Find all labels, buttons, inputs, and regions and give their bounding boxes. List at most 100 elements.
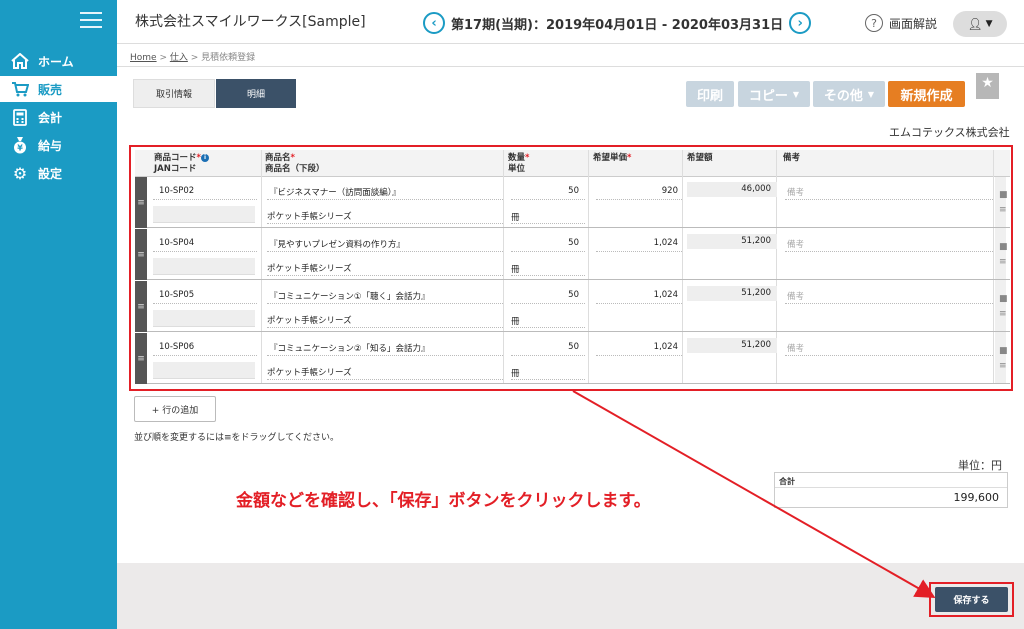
jan-code-input[interactable]	[153, 310, 255, 327]
divider	[775, 487, 1007, 488]
copy-label: コピー	[748, 88, 788, 104]
prev-period-icon[interactable]: ‹	[423, 12, 445, 34]
breadcrumb-sep: >	[156, 53, 170, 63]
tab-meisai[interactable]: 明細	[216, 79, 296, 108]
money-bag-icon: ¥	[10, 136, 30, 154]
new-button[interactable]: 新規作成	[888, 81, 965, 107]
row-drag-icon[interactable]: ≡	[999, 361, 1007, 371]
sidebar-item-settings[interactable]: ⚙ 設定	[0, 160, 117, 186]
field-underline	[267, 303, 503, 304]
info-icon[interactable]: i	[200, 154, 209, 162]
field-underline	[511, 251, 585, 252]
row-drag-icon[interactable]: ≡	[999, 205, 1007, 215]
row-drag-icon[interactable]: ≡	[999, 257, 1007, 267]
unit-input[interactable]: 冊	[511, 315, 520, 327]
item-code[interactable]: 10-SP05	[159, 290, 194, 300]
price-input[interactable]: 1,024	[615, 342, 678, 352]
item-name[interactable]: 『コミュニケーション①「聴く」会話力』	[269, 290, 429, 302]
price-input[interactable]: 1,024	[615, 290, 678, 300]
item-name2[interactable]: ポケット手帳シリーズ	[267, 262, 352, 274]
jan-code-input[interactable]	[153, 362, 255, 379]
field-underline	[596, 199, 682, 200]
header-name: 商品名* 商品名（下段）	[265, 153, 325, 175]
row-menu-icon[interactable]: ■	[999, 190, 1008, 200]
field-underline	[267, 199, 503, 200]
item-code[interactable]: 10-SP04	[159, 238, 194, 248]
field-underline	[511, 223, 585, 224]
field-underline	[511, 355, 585, 356]
price-input[interactable]: 1,024	[615, 238, 678, 248]
save-button[interactable]: 保存する	[935, 587, 1008, 612]
field-underline	[785, 355, 993, 356]
row-drag-icon[interactable]: ≡	[999, 309, 1007, 319]
breadcrumb-purchase[interactable]: 仕入	[170, 53, 188, 63]
amount-value: 51,200	[687, 338, 777, 353]
item-name[interactable]: 『見やすいプレゼン資料の作り方』	[269, 238, 405, 250]
row-menu-icon[interactable]: ■	[999, 242, 1008, 252]
jan-code-input[interactable]	[153, 258, 255, 275]
memo-input[interactable]: 備考	[787, 342, 804, 354]
row-menu-icon[interactable]: ■	[999, 294, 1008, 304]
footer-bar	[117, 563, 1024, 629]
hamburger-menu-icon[interactable]	[80, 12, 102, 30]
memo-input[interactable]: 備考	[787, 290, 804, 302]
item-name2[interactable]: ポケット手帳シリーズ	[267, 314, 352, 326]
table-row: ≡ 10-SP04 『見やすいプレゼン資料の作り方』 ポケット手帳シリーズ 50…	[135, 229, 1010, 280]
row-menu-icon[interactable]: ■	[999, 346, 1008, 356]
quantity-input[interactable]: 50	[515, 186, 579, 196]
quantity-input[interactable]: 50	[515, 290, 579, 300]
unit-input[interactable]: 冊	[511, 211, 520, 223]
sidebar-item-home[interactable]: ホーム	[0, 48, 117, 74]
user-menu-button[interactable]: 👤︎ ▼	[953, 11, 1007, 37]
unit-input[interactable]: 冊	[511, 367, 520, 379]
field-underline	[785, 303, 993, 304]
unit-input[interactable]: 冊	[511, 263, 520, 275]
header-qty: 数量* 単位	[508, 153, 529, 175]
item-name[interactable]: 『ビジネスマナー（訪問面談編）』	[269, 186, 401, 198]
field-underline	[267, 379, 503, 380]
field-underline	[153, 355, 257, 356]
field-underline	[153, 199, 257, 200]
field-underline	[511, 379, 585, 380]
item-name[interactable]: 『コミュニケーション②「知る」会話力』	[269, 342, 429, 354]
quantity-input[interactable]: 50	[515, 238, 579, 248]
price-input[interactable]: 920	[615, 186, 678, 196]
copy-button[interactable]: コピー ▼	[738, 81, 810, 107]
item-code[interactable]: 10-SP02	[159, 186, 194, 196]
next-period-icon[interactable]: ›	[789, 12, 812, 34]
drag-handle-icon[interactable]: ≡	[135, 281, 147, 332]
sidebar-item-label: 給与	[38, 138, 63, 153]
drag-handle-icon[interactable]: ≡	[135, 177, 147, 228]
field-underline	[267, 275, 503, 276]
item-code[interactable]: 10-SP06	[159, 342, 194, 352]
jan-code-input[interactable]	[153, 206, 255, 223]
sidebar-item-payroll[interactable]: ¥ 給与	[0, 132, 117, 158]
help-button[interactable]: ? 画面解説	[865, 14, 937, 32]
sidebar-item-accounting[interactable]: 会計	[0, 104, 117, 130]
other-button[interactable]: その他 ▼	[813, 81, 885, 107]
item-name2[interactable]: ポケット手帳シリーズ	[267, 366, 352, 378]
table-header: 商品コード* i JANコード 商品名* 商品名（下段） 数量* 単位 希望単価* 希望…	[135, 150, 1010, 177]
caret-down-icon: ▼	[985, 19, 993, 29]
breadcrumb: Home > 仕入 > 見積依頼登録	[130, 50, 255, 63]
item-name2[interactable]: ポケット手帳シリーズ	[267, 210, 352, 222]
memo-input[interactable]: 備考	[787, 238, 804, 250]
amount-value: 46,000	[687, 182, 777, 197]
drag-handle-icon[interactable]: ≡	[135, 333, 147, 384]
memo-input[interactable]: 備考	[787, 186, 804, 198]
total-box: 合計 199,600	[774, 472, 1008, 508]
quantity-input[interactable]: 50	[515, 342, 579, 352]
amount-value: 51,200	[687, 286, 777, 301]
sidebar-item-sales[interactable]: 販売	[0, 76, 117, 102]
total-label: 合計	[779, 477, 795, 486]
drag-handle-icon[interactable]: ≡	[135, 229, 147, 280]
question-icon: ?	[865, 14, 883, 32]
add-row-button[interactable]: + 行の追加	[134, 396, 216, 422]
header-jan-text: JANコード	[154, 164, 197, 174]
header-code: 商品コード* i JANコード	[154, 153, 209, 175]
field-underline	[511, 275, 585, 276]
print-button[interactable]: 印刷	[686, 81, 734, 107]
breadcrumb-home[interactable]: Home	[130, 53, 157, 63]
bookmark-star-icon[interactable]: ★	[976, 73, 999, 99]
tab-torihiki[interactable]: 取引情報	[133, 79, 215, 108]
